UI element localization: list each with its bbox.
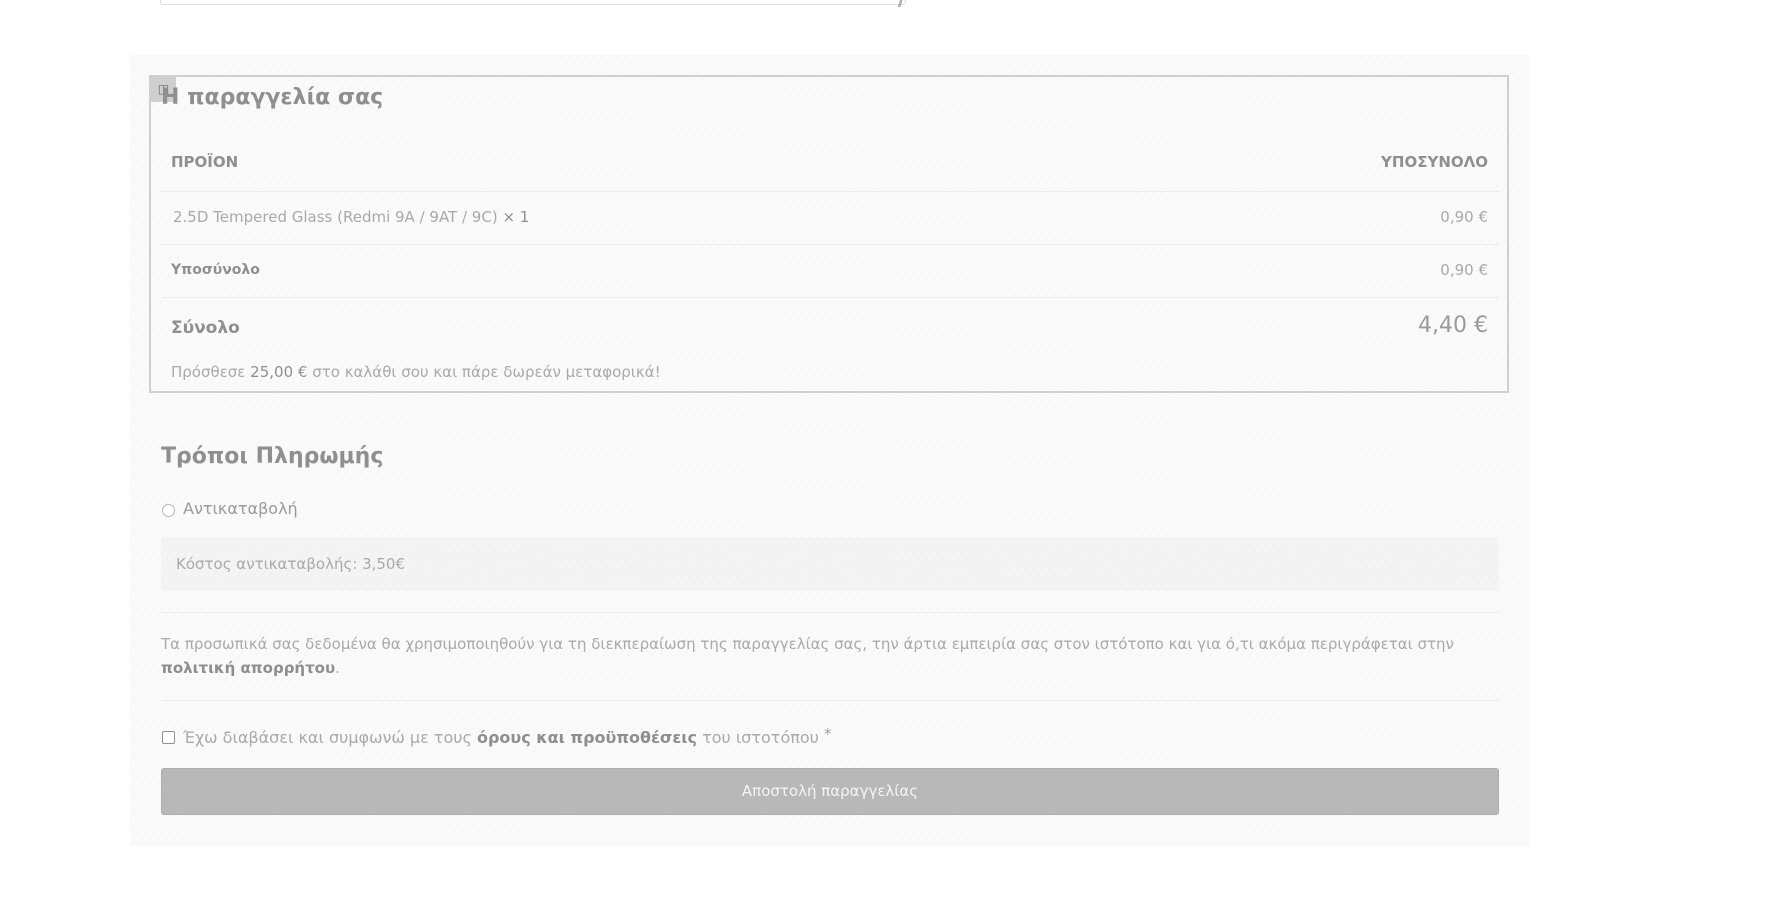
free-shipping-suffix: στο καλάθι σου και πάρε δωρεάν μεταφορικ… xyxy=(312,363,661,381)
free-shipping-amount: 25,00 € xyxy=(250,363,308,381)
subtotal-label: Υποσύνολο xyxy=(171,262,260,278)
free-shipping-prefix: Πρόσθεσε xyxy=(171,363,246,381)
payment-methods-heading: Τρόποι Πληρωμής xyxy=(161,444,384,469)
column-header-subtotal: ΥΠΟΣΥΝΟΛΟ xyxy=(1381,153,1488,171)
subtotal-value: 0,90 € xyxy=(1440,261,1488,279)
total-value: 4,40 € xyxy=(1418,313,1488,338)
terms-link[interactable]: όρους και προϋποθέσεις xyxy=(477,728,697,747)
divider xyxy=(161,700,1499,701)
privacy-text-end: . xyxy=(335,659,340,677)
textarea-resize-handle[interactable]: // xyxy=(898,0,903,9)
divider xyxy=(161,191,1499,192)
terms-prefix: Έχω διαβάσει και συμφωνώ με τους xyxy=(183,728,472,747)
terms-suffix: του ιστοτόπου xyxy=(702,728,819,747)
terms-checkbox[interactable] xyxy=(162,731,175,744)
divider xyxy=(161,244,1499,245)
divider xyxy=(161,612,1499,613)
privacy-policy-text: Τα προσωπικά σας δεδομένα θα χρησιμοποιη… xyxy=(161,632,1481,680)
required-asterisk: * xyxy=(824,725,832,743)
payment-method-description: Κόστος αντικαταβολής: 3,50€ xyxy=(176,555,406,573)
total-label: Σύνολο xyxy=(171,318,240,338)
privacy-policy-link[interactable]: πολιτική απορρήτου xyxy=(161,659,335,677)
product-name: 2.5D Tempered Glass (Redmi 9A / 9AT / 9C… xyxy=(173,208,498,226)
order-notes-textarea[interactable] xyxy=(160,0,906,5)
divider xyxy=(161,297,1499,298)
order-item-name: 2.5D Tempered Glass (Redmi 9A / 9AT / 9C… xyxy=(173,208,529,226)
privacy-text: Τα προσωπικά σας δεδομένα θα χρησιμοποιη… xyxy=(161,635,1454,653)
order-item-subtotal: 0,90 € xyxy=(1440,208,1488,226)
column-header-product: ΠΡΟΪΟΝ xyxy=(171,153,239,171)
place-order-button[interactable]: Αποστολή παραγγελίας xyxy=(161,768,1499,815)
product-quantity: × 1 xyxy=(502,208,530,226)
order-review-heading: Η παραγγελία σας xyxy=(161,85,384,110)
payment-method-cod-label[interactable]: Αντικαταβολή xyxy=(183,499,298,518)
terms-label[interactable]: Έχω διαβάσει και συμφωνώ με τους όρους κ… xyxy=(183,725,832,747)
payment-method-cod-radio[interactable] xyxy=(162,504,175,517)
order-review-box: ◫ xyxy=(149,75,1509,393)
free-shipping-notice: Πρόσθεσε 25,00 € στο καλάθι σου και πάρε… xyxy=(171,363,661,381)
